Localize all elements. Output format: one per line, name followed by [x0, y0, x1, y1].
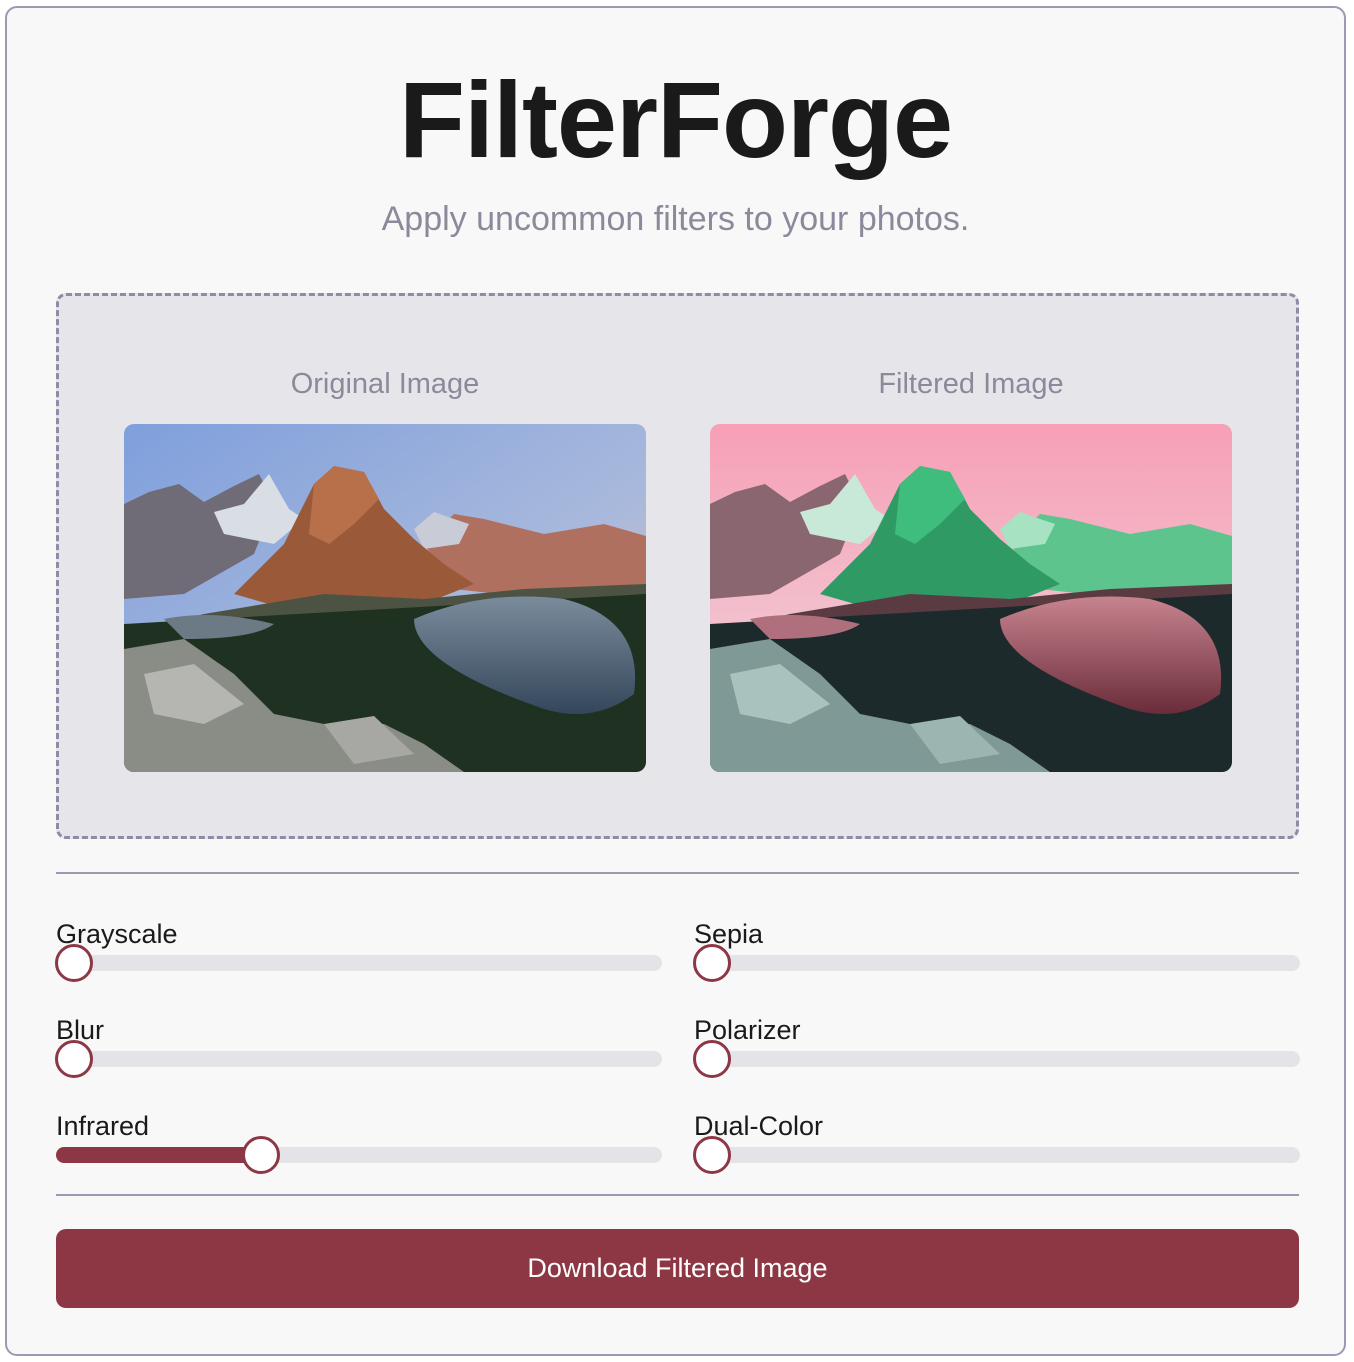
- grayscale-slider[interactable]: [55, 944, 662, 982]
- infrared-slider[interactable]: [56, 1136, 662, 1174]
- dual-color-slider[interactable]: [693, 1136, 1300, 1174]
- infrared-label: Infrared: [56, 1111, 150, 1141]
- blur-slider-thumb[interactable]: [55, 1040, 93, 1078]
- blur-slider[interactable]: [55, 1040, 662, 1078]
- app-card: FilterForge Apply uncommon filters to yo…: [5, 6, 1346, 1356]
- sepia-slider-group: Sepia: [693, 918, 1300, 988]
- grayscale-slider-group: Grayscale: [55, 918, 662, 988]
- polarizer-slider[interactable]: [693, 1040, 1300, 1078]
- sepia-slider[interactable]: [693, 944, 1300, 982]
- dual-color-slider-thumb[interactable]: [693, 1136, 731, 1174]
- sepia-slider-thumb[interactable]: [693, 944, 731, 982]
- filtered-image-label: Filtered Image: [878, 368, 1064, 400]
- filtered-image: [710, 424, 1232, 772]
- app-title: FilterForge: [398, 59, 953, 180]
- original-image-label: Original Image: [290, 368, 480, 400]
- download-button[interactable]: Download Filtered Image: [56, 1229, 1299, 1308]
- infrared-slider-group: Infrared: [56, 1110, 662, 1180]
- grayscale-slider-thumb[interactable]: [55, 944, 93, 982]
- divider-bottom: [56, 1194, 1299, 1196]
- infrared-slider-thumb[interactable]: [242, 1136, 281, 1174]
- image-dropzone[interactable]: Original Image Filtered Image: [56, 293, 1299, 839]
- blur-slider-group: Blur: [55, 1014, 662, 1084]
- original-image: [124, 424, 646, 772]
- polarizer-slider-group: Polarizer: [693, 1014, 1300, 1084]
- divider-top: [56, 872, 1299, 874]
- polarizer-slider-thumb[interactable]: [693, 1040, 731, 1078]
- infrared-slider-fill: [56, 1147, 263, 1163]
- dual-color-slider-group: Dual-Color: [693, 1110, 1300, 1180]
- app-subtitle: Apply uncommon filters to your photos.: [381, 200, 970, 238]
